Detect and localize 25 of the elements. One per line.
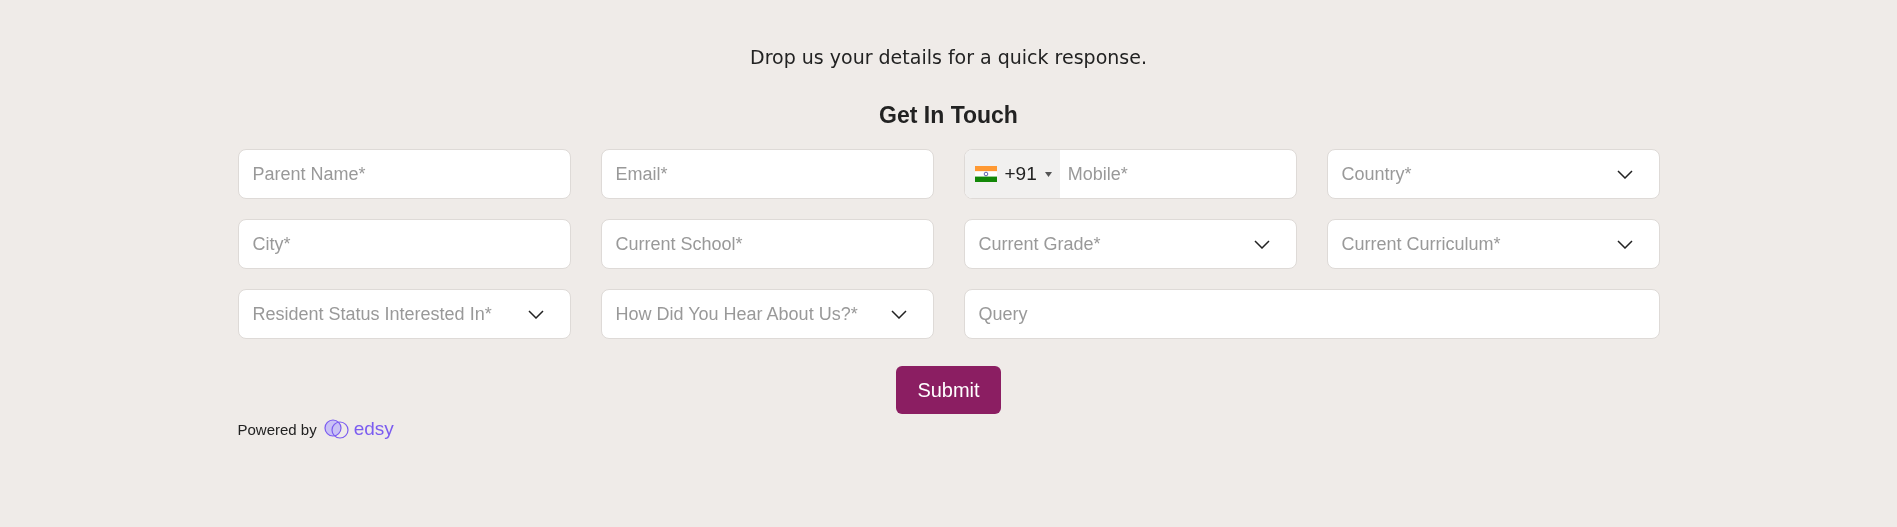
country-code-dropdown[interactable]: +91 [964,150,1060,198]
country-code: +91 [1004,163,1037,185]
input-field[interactable]: Email* [600,149,934,199]
input-field[interactable]: Current School* [600,219,934,269]
powered-by-text: Powered by [237,420,317,438]
submit-button[interactable]: Submit [896,366,1001,414]
chevron-down-icon [1616,169,1633,179]
input-field[interactable]: Query [963,289,1660,339]
form-heading: Get In Touch [878,102,1019,129]
chevron-down-icon [527,309,544,319]
chevron-down-icon [1253,239,1270,249]
caret-icon [1044,171,1052,177]
select-field[interactable]: Current Grade* [963,219,1297,269]
select-field[interactable]: How Did You Hear About Us?* [600,289,934,339]
select-field[interactable]: Resident Status Interested In* [237,289,571,339]
chevron-down-icon [890,309,907,319]
phone-field[interactable]: +91 Mobile* [963,149,1297,199]
input-field[interactable]: City* [237,219,571,269]
select-field[interactable]: Current Curriculum* [1326,219,1660,269]
chevron-down-icon [1616,239,1633,249]
select-field[interactable]: Country* [1326,149,1660,199]
flag-icon [974,166,997,182]
brand-logo[interactable]: edsy [322,418,394,440]
input-field[interactable]: Parent Name* [237,149,571,199]
intro-text: Drop us your details for a quick response. [749,46,1148,68]
